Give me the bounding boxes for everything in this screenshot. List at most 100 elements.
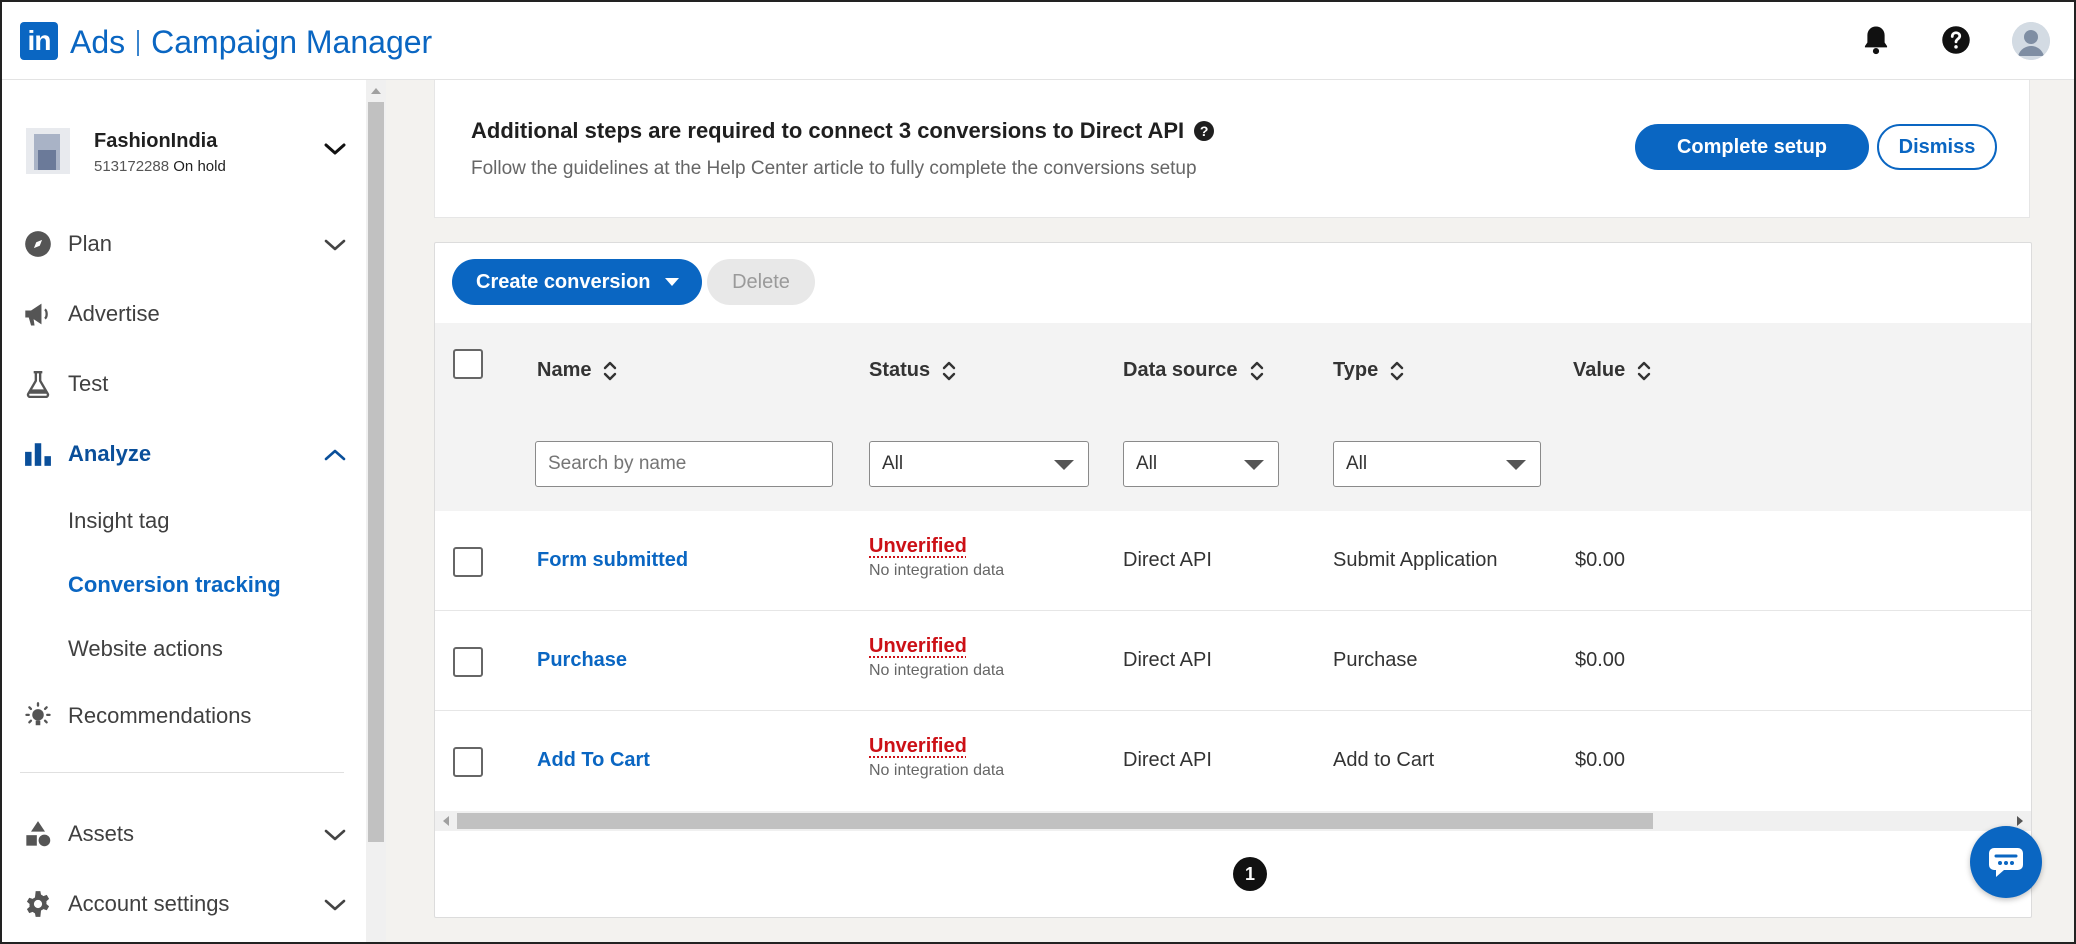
- sort-icon: [942, 361, 956, 380]
- type-cell: Submit Application: [1333, 549, 1498, 571]
- row-checkbox[interactable]: [453, 547, 483, 577]
- sort-icon: [1250, 361, 1263, 380]
- dismiss-button[interactable]: Dismiss: [1877, 124, 1997, 170]
- conversion-name-link[interactable]: Purchase: [537, 649, 627, 672]
- sidebar-subitem-conversion-tracking[interactable]: Conversion tracking: [68, 572, 281, 598]
- sort-icon: [1391, 361, 1404, 380]
- megaphone-icon: [22, 298, 54, 330]
- account-name: FashionIndia: [94, 130, 218, 152]
- status-detail: No integration data: [869, 662, 1005, 679]
- sidebar-item-assets[interactable]: Assets: [22, 812, 346, 856]
- sidebar-subitem-insight-tag[interactable]: Insight tag: [68, 508, 170, 534]
- data-source-filter-select[interactable]: All: [1123, 441, 1279, 487]
- scroll-up-arrow[interactable]: [371, 88, 381, 94]
- status-badge[interactable]: Unverified: [869, 735, 1004, 758]
- column-header-data-source[interactable]: Data source: [1123, 359, 1264, 382]
- status-filter-select[interactable]: All: [869, 441, 1089, 487]
- status-badge[interactable]: Unverified: [869, 535, 1004, 558]
- sidebar-item-recommendations[interactable]: Recommendations: [22, 694, 346, 738]
- user-avatar[interactable]: [2012, 22, 2050, 60]
- value-cell: $0.00: [1575, 649, 1626, 671]
- compass-icon: [22, 228, 54, 260]
- search-input[interactable]: [535, 441, 833, 487]
- type-filter-value: All: [1346, 453, 1368, 474]
- value-cell: $0.00: [1575, 749, 1626, 771]
- chevron-down-icon: [324, 892, 346, 918]
- sidebar-item-label: Assets: [68, 821, 135, 846]
- status-cell: Unverified No integration data: [869, 535, 1004, 580]
- sidebar-divider: [20, 772, 344, 773]
- help-icon[interactable]: [1938, 22, 1974, 58]
- column-label: Value: [1573, 359, 1626, 381]
- scroll-left-arrow[interactable]: [443, 816, 449, 826]
- sidebar-subitem-website-actions[interactable]: Website actions: [68, 636, 223, 662]
- dropdown-arrow-icon: [1506, 460, 1526, 470]
- chevron-down-icon[interactable]: [324, 142, 346, 161]
- dropdown-arrow-icon: [1054, 460, 1074, 470]
- chat-bubble-icon: [1989, 848, 2023, 877]
- brand-ads: Ads: [70, 24, 126, 60]
- account-avatar: [26, 128, 70, 174]
- caret-down-icon: [664, 278, 679, 286]
- conversion-name-link[interactable]: Add To Cart: [537, 749, 650, 772]
- column-label: Data source: [1123, 359, 1238, 381]
- sidebar-item-advertise[interactable]: Advertise: [22, 292, 346, 336]
- column-label: Name: [537, 359, 592, 381]
- scroll-right-arrow[interactable]: [2017, 816, 2023, 826]
- chevron-down-icon: [324, 822, 346, 848]
- complete-setup-button[interactable]: Complete setup: [1635, 124, 1869, 170]
- setup-banner: Additional steps are required to connect…: [434, 80, 2030, 218]
- sidebar-item-label: Recommendations: [68, 703, 252, 728]
- app-window: in Ads Campaign Manager FashionIndia 513…: [0, 0, 2076, 944]
- linkedin-logo[interactable]: in: [20, 22, 58, 60]
- conversions-card: Create conversion Delete Name Status Dat…: [434, 242, 2032, 918]
- table-row[interactable]: Add To Cart Unverified No integration da…: [435, 711, 2031, 811]
- value-cell: $0.00: [1575, 549, 1626, 571]
- pagination-page-button[interactable]: 1: [1233, 857, 1267, 891]
- scrollbar-thumb[interactable]: [457, 813, 1653, 829]
- type-filter-select[interactable]: All: [1333, 441, 1541, 487]
- status-cell: Unverified No integration data: [869, 635, 1004, 680]
- conversion-name-link[interactable]: Form submitted: [537, 549, 688, 572]
- chat-help-button[interactable]: [1970, 826, 2042, 898]
- top-bar: in Ads Campaign Manager: [2, 2, 2074, 80]
- table-row[interactable]: Form submitted Unverified No integration…: [435, 511, 2031, 611]
- chevron-up-icon: [324, 442, 346, 468]
- sidebar-item-label: Plan: [68, 231, 113, 256]
- column-header-value[interactable]: Value: [1573, 359, 1651, 382]
- flask-icon: [22, 368, 54, 400]
- data-source-filter-value: All: [1136, 453, 1158, 474]
- sidebar: FashionIndia 513172288 On hold Plan Adve…: [2, 80, 366, 942]
- status-badge[interactable]: Unverified: [869, 635, 1004, 658]
- brand-separator: [137, 29, 140, 56]
- column-header-name[interactable]: Name: [537, 359, 617, 382]
- sidebar-item-account-settings[interactable]: Account settings: [22, 882, 346, 926]
- account-switcher[interactable]: FashionIndia 513172288 On hold: [26, 128, 346, 184]
- sidebar-item-analyze[interactable]: Analyze: [22, 432, 346, 476]
- lightbulb-icon: [22, 700, 54, 732]
- brand-title: Ads Campaign Manager: [70, 24, 432, 61]
- sidebar-scrollbar[interactable]: [366, 80, 386, 942]
- scrollbar-thumb[interactable]: [368, 102, 384, 842]
- sidebar-item-plan[interactable]: Plan: [22, 222, 346, 266]
- column-header-status[interactable]: Status: [869, 359, 956, 382]
- status-filter-value: All: [882, 453, 904, 474]
- row-checkbox[interactable]: [453, 647, 483, 677]
- bell-icon[interactable]: [1858, 22, 1894, 58]
- delete-button[interactable]: Delete: [707, 259, 815, 305]
- banner-title: Additional steps are required to connect…: [471, 118, 1215, 144]
- create-conversion-button[interactable]: Create conversion: [452, 259, 702, 305]
- column-label: Type: [1333, 359, 1379, 381]
- table-horizontal-scrollbar[interactable]: [435, 811, 2031, 831]
- data-source-cell: Direct API: [1123, 749, 1212, 771]
- help-icon[interactable]: ?: [1194, 121, 1215, 141]
- column-header-type[interactable]: Type: [1333, 359, 1404, 382]
- top-icons: [1814, 2, 2074, 80]
- table-row[interactable]: Purchase Unverified No integration data …: [435, 611, 2031, 711]
- select-all-checkbox[interactable]: [453, 349, 483, 379]
- status-detail: No integration data: [869, 762, 1005, 779]
- status-detail: No integration data: [869, 562, 1005, 579]
- row-checkbox[interactable]: [453, 747, 483, 777]
- dropdown-arrow-icon: [1244, 460, 1264, 470]
- sidebar-item-test[interactable]: Test: [22, 362, 346, 406]
